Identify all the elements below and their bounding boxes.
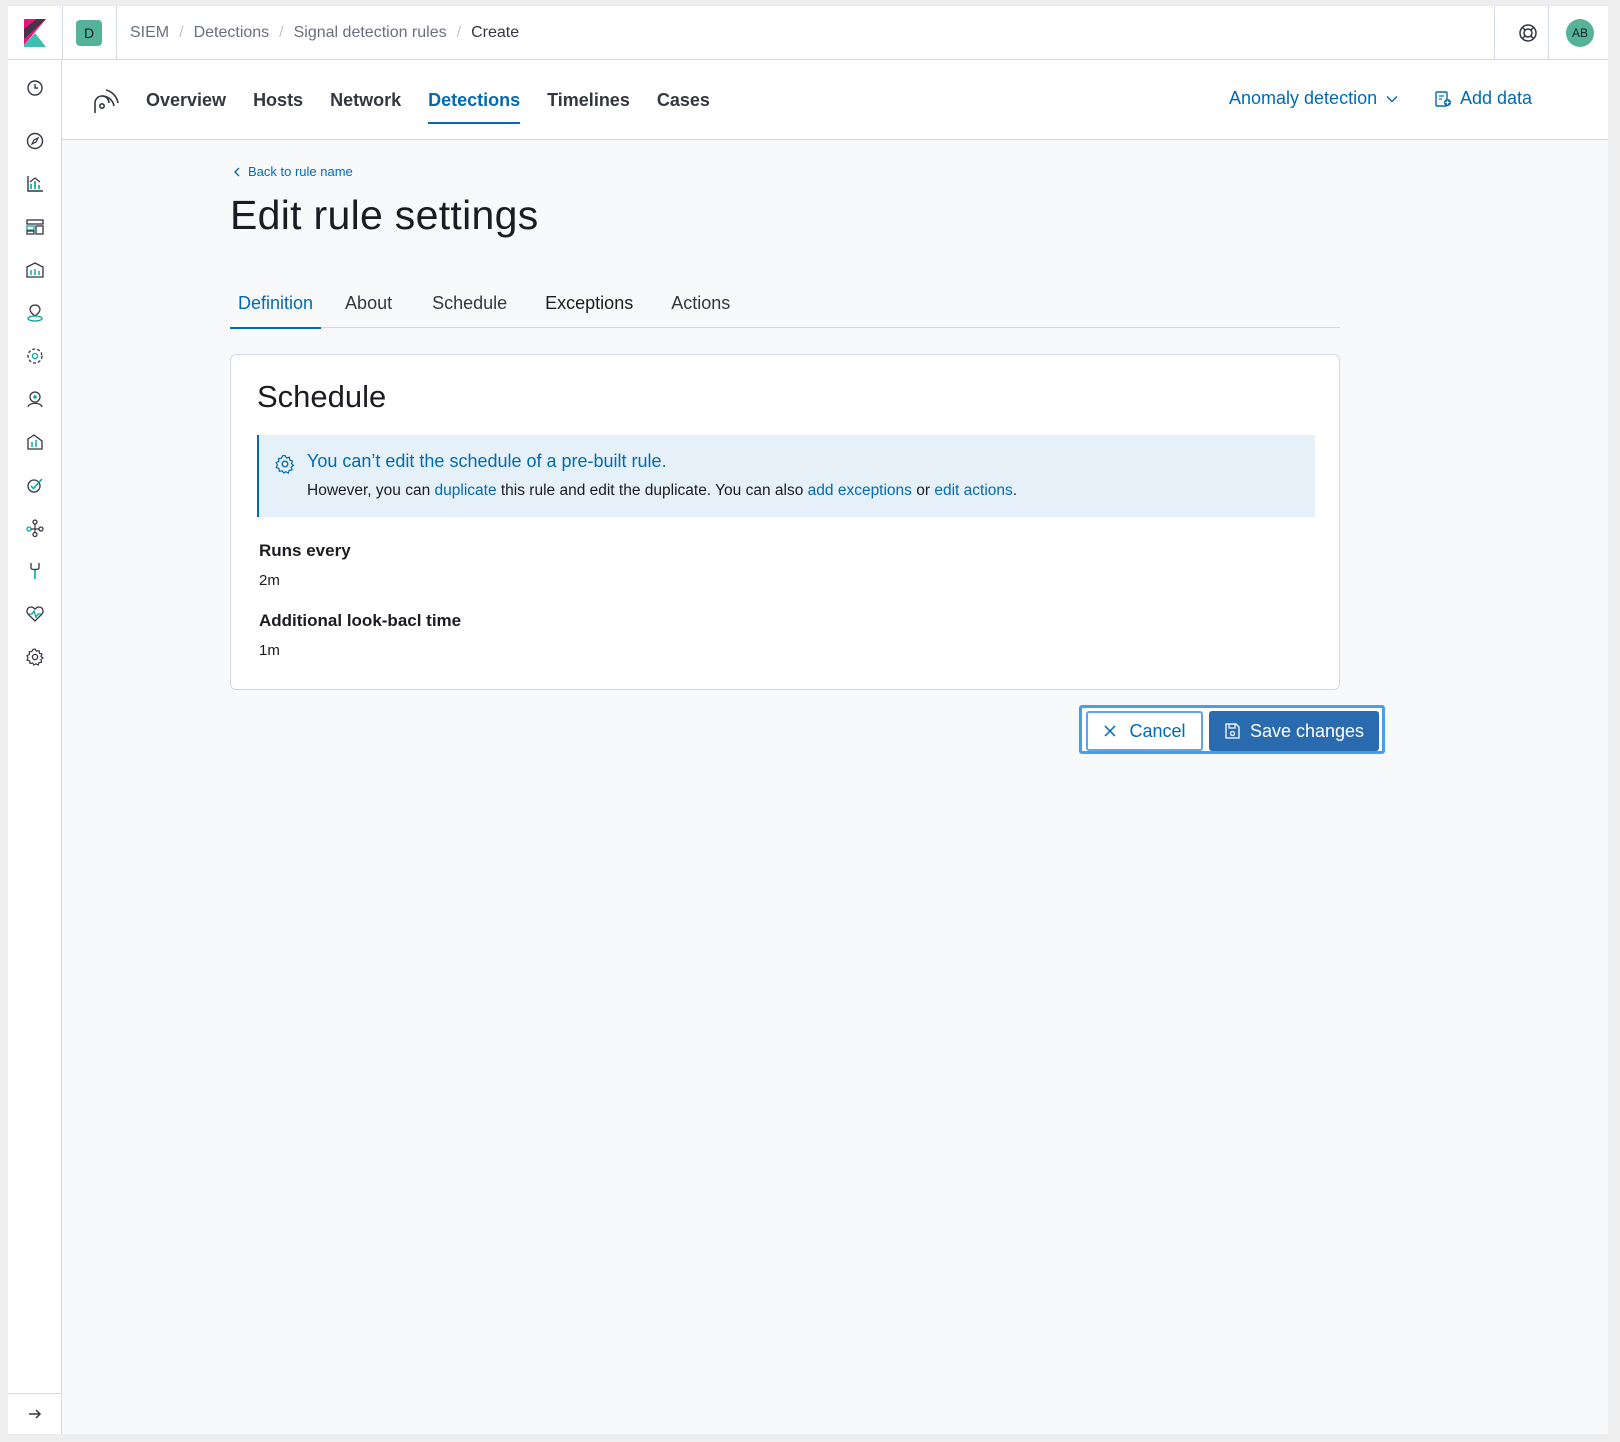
add-data-icon [1435,90,1451,107]
recent-clock-icon[interactable] [25,78,45,98]
duplicate-link[interactable]: duplicate [435,482,497,499]
maps-pin-icon[interactable] [25,303,45,323]
sidenav-divider [8,1393,62,1394]
management-gear-icon[interactable] [25,647,45,667]
kibana-logo-icon[interactable] [24,19,46,47]
ml-icon[interactable] [25,346,45,366]
header-divider [116,6,117,60]
monitoring-heart-icon[interactable] [25,604,45,624]
siem-app-logo-icon [94,89,119,113]
breadcrumb-siem[interactable]: SIEM [130,24,169,42]
breadcrumb-create: Create [471,24,520,41]
gear-icon [275,454,295,474]
close-icon [1104,725,1117,737]
app-window: D SIEM / Detections / Signal detection r… [8,6,1608,1434]
dashboard-icon[interactable] [25,217,45,237]
side-nav [8,60,62,1434]
tab-cases[interactable]: Cases [657,60,710,140]
panel-title: Schedule [257,379,387,414]
tab-actions[interactable]: Actions [663,288,738,328]
look-back-label: Additional look-bacl time [259,611,462,630]
canvas-icon[interactable] [25,260,45,280]
space-badge[interactable]: D [76,20,102,46]
app-nav-bar: Overview Hosts Network Detections Timeli… [62,60,1608,140]
tab-exceptions[interactable]: Exceptions [537,288,641,328]
back-to-rule-link[interactable]: Back to rule name [232,164,353,179]
save-button[interactable]: Save changes [1209,711,1379,751]
header-divider [1494,6,1495,60]
runs-every-label: Runs every [259,541,351,560]
top-header: D SIEM / Detections / Signal detection r… [8,6,1608,60]
expand-arrow-icon[interactable] [25,1404,45,1424]
tab-overview[interactable]: Overview [146,60,226,140]
rule-settings-tabs: Definition About Schedule Exceptions Act… [230,288,1340,329]
cancel-button[interactable]: Cancel [1086,711,1203,751]
header-divider [1548,6,1549,60]
add-data-label: Add data [1460,88,1533,108]
breadcrumb-signal-rules[interactable]: Signal detection rules [294,24,447,42]
add-exceptions-link[interactable]: add exceptions [808,482,912,499]
tab-schedule[interactable]: Schedule [424,288,515,328]
runs-every-value: 2m [259,572,280,589]
breadcrumb-detections[interactable]: Detections [194,24,270,42]
chevron-down-icon [1386,95,1398,103]
add-data-button[interactable]: Add data [1434,88,1532,109]
callout-title: You can’t edit the schedule of a pre-bui… [307,451,667,471]
save-icon [1225,723,1240,739]
header-divider [62,6,63,60]
tab-hosts[interactable]: Hosts [253,60,303,140]
help-icon[interactable] [1518,23,1538,43]
chevron-left-icon [234,167,240,176]
anomaly-detection-label: Anomaly detection [1229,88,1378,108]
tab-about[interactable]: About [337,288,400,328]
breadcrumb-separator: / [279,24,284,41]
avatar[interactable]: AB [1566,19,1594,47]
graph-icon[interactable] [25,518,45,538]
visualize-chart-icon[interactable] [25,174,45,194]
callout-text: . [1012,482,1018,499]
form-actions: Cancel Save changes [1079,705,1385,754]
look-back-value: 1m [259,642,280,659]
breadcrumb-separator: / [179,24,184,41]
siem-icon[interactable] [25,389,45,409]
edit-actions-link[interactable]: edit actions [934,482,1012,499]
callout-text: However, you can [307,482,435,499]
callout-text: or [911,482,935,499]
callout-text: this rule and edit the duplicate. You ca… [496,482,808,499]
page-title: Edit rule settings [230,192,539,238]
callout-body: However, you can duplicate this rule and… [307,482,1017,500]
save-label: Save changes [1249,720,1365,741]
uptime-icon[interactable] [25,475,45,495]
logs-icon[interactable] [25,432,45,452]
tab-detections[interactable]: Detections [428,60,521,140]
breadcrumb: SIEM / Detections / Signal detection rul… [130,6,519,60]
cancel-label: Cancel [1129,720,1186,741]
prebuilt-rule-callout: You can’t edit the schedule of a pre-bui… [257,435,1315,517]
anomaly-detection-button[interactable]: Anomaly detection [1229,88,1399,109]
breadcrumb-separator: / [456,24,462,41]
app-tabs: Overview Hosts Network Detections Timeli… [146,60,737,140]
tab-definition[interactable]: Definition [230,288,322,329]
dev-tools-icon[interactable] [25,561,45,581]
schedule-panel: Schedule You can’t edit the schedule of … [230,354,1340,690]
tab-network[interactable]: Network [330,60,401,140]
tab-timelines[interactable]: Timelines [547,60,630,140]
back-link-label: Back to rule name [248,164,353,179]
discover-compass-icon[interactable] [25,131,45,151]
